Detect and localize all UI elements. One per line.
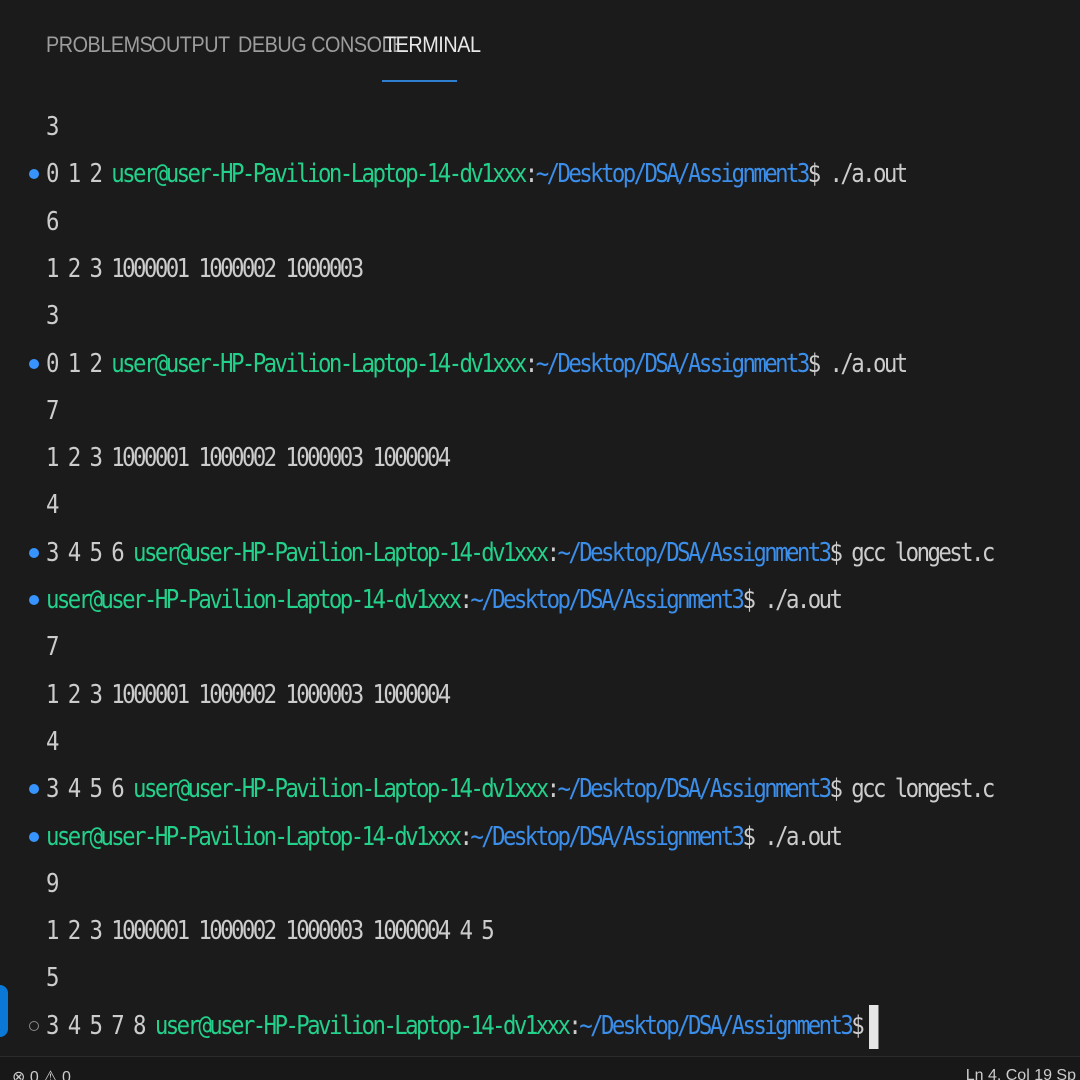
command-decoration-icon[interactable] (29, 595, 39, 605)
prompt-user: user@user-HP-Pavilion-Laptop-14-dv1xxx (111, 159, 527, 189)
sidebar-accent (0, 985, 8, 1037)
tab-problems[interactable]: PROBLEMS (46, 32, 153, 58)
terminal-output-line: 1 2 3 1000001 1000002 1000003 (46, 246, 364, 293)
prompt-path: ~/Desktop/DSA/Assignment3 (470, 585, 745, 615)
terminal-output-line: 9 (46, 861, 59, 908)
terminal-prompt-line: user@user-HP-Pavilion-Laptop-14-dv1xxx:~… (46, 814, 843, 861)
output-text: 5 (46, 963, 59, 993)
prompt-command: $ ./a.out (742, 585, 843, 615)
terminal-prompt-line: 3 4 5 6 user@user-HP-Pavilion-Laptop-14-… (46, 766, 996, 813)
terminal-output-line: 3 (46, 293, 59, 340)
output-text: 1 2 3 1000001 1000002 1000003 1000004 (46, 680, 451, 710)
command-decoration-icon[interactable] (29, 548, 39, 558)
output-text: 1 2 3 1000001 1000002 1000003 1000004 4 … (46, 916, 495, 946)
prompt-user: user@user-HP-Pavilion-Laptop-14-dv1xxx (46, 822, 462, 852)
prompt-separator: : (524, 349, 538, 379)
terminal-prompt-line: 0 1 2 user@user-HP-Pavilion-Laptop-14-dv… (46, 341, 909, 388)
prompt-separator: : (459, 585, 473, 615)
terminal-output-line: 5 (46, 955, 59, 1002)
prompt-user: user@user-HP-Pavilion-Laptop-14-dv1xxx (111, 349, 527, 379)
terminal-output-line: 4 (46, 482, 59, 529)
terminal-output-line: 1 2 3 1000001 1000002 1000003 1000004 4 … (46, 908, 495, 955)
terminal-output-line: 4 (46, 719, 59, 766)
terminal-prompt-line: 3 4 5 6 user@user-HP-Pavilion-Laptop-14-… (46, 530, 996, 577)
tab-output[interactable]: OUTPUT (151, 32, 230, 58)
output-text: 7 (46, 396, 59, 426)
prompt-separator: : (524, 159, 538, 189)
prompt-separator: : (568, 1011, 581, 1041)
prompt-command: $ ./a.out (742, 822, 843, 852)
output-text: 4 (46, 490, 59, 520)
active-tab-indicator (382, 80, 457, 82)
command-decoration-icon[interactable] (29, 832, 39, 842)
command-decoration-icon[interactable] (29, 1021, 39, 1031)
output-text: 1 2 3 1000001 1000002 1000003 (46, 254, 364, 284)
prompt-user: user@user-HP-Pavilion-Laptop-14-dv1xxx (133, 538, 549, 568)
prompt-separator: : (546, 538, 560, 568)
prompt-separator: : (459, 822, 473, 852)
output-text: 4 (46, 727, 59, 757)
prompt-prefix: 3 4 5 7 8 (46, 1011, 155, 1041)
prompt-user: user@user-HP-Pavilion-Laptop-14-dv1xxx (46, 585, 462, 615)
prompt-path: ~/Desktop/DSA/Assignment3 (579, 1011, 854, 1041)
terminal-prompt-line: 3 4 5 7 8 user@user-HP-Pavilion-Laptop-1… (46, 1003, 879, 1050)
tab-debug-console[interactable]: DEBUG CONSOLE (238, 32, 405, 58)
terminal-output-line: 6 (46, 199, 59, 246)
prompt-path: ~/Desktop/DSA/Assignment3 (535, 159, 811, 189)
prompt-command: $ gcc longest.c (829, 774, 996, 804)
terminal-output-line: 7 (46, 624, 59, 671)
output-text: 9 (46, 869, 59, 899)
output-text: 7 (46, 632, 59, 662)
terminal-cursor (869, 1004, 879, 1049)
prompt-command: $ (851, 1011, 864, 1041)
command-decoration-icon[interactable] (29, 169, 39, 179)
output-text: 3 (46, 301, 59, 331)
command-decoration-icon[interactable] (29, 784, 39, 794)
terminal-output-line: 7 (46, 388, 59, 435)
prompt-prefix: 0 1 2 (46, 349, 112, 379)
prompt-path: ~/Desktop/DSA/Assignment3 (557, 774, 832, 804)
prompt-separator: : (546, 774, 560, 804)
prompt-path: ~/Desktop/DSA/Assignment3 (557, 538, 832, 568)
prompt-user: user@user-HP-Pavilion-Laptop-14-dv1xxx (154, 1011, 571, 1041)
prompt-path: ~/Desktop/DSA/Assignment3 (535, 349, 811, 379)
terminal-prompt-line: user@user-HP-Pavilion-Laptop-14-dv1xxx:~… (46, 577, 843, 624)
output-text: 3 (46, 112, 59, 142)
prompt-prefix: 3 4 5 6 (46, 538, 134, 568)
prompt-path: ~/Desktop/DSA/Assignment3 (470, 822, 745, 852)
terminal-output-line: 3 (46, 104, 59, 151)
cursor-position[interactable]: Ln 4, Col 19 Sp (966, 1067, 1076, 1080)
prompt-prefix: 0 1 2 (46, 159, 112, 189)
problems-count[interactable]: ⊗ 0 ⚠ 0 (12, 1067, 71, 1080)
status-bar: ⊗ 0 ⚠ 0 Ln 4, Col 19 Sp (0, 1056, 1080, 1080)
output-text: 1 2 3 1000001 1000002 1000003 1000004 (46, 443, 451, 473)
tab-terminal[interactable]: TERMINAL (384, 32, 481, 58)
prompt-command: $ ./a.out (807, 349, 909, 379)
command-decoration-icon[interactable] (29, 359, 39, 369)
prompt-prefix: 3 4 5 6 (46, 774, 134, 804)
terminal-output-line: 1 2 3 1000001 1000002 1000003 1000004 (46, 435, 451, 482)
terminal-prompt-line: 0 1 2 user@user-HP-Pavilion-Laptop-14-dv… (46, 151, 909, 198)
output-text: 6 (46, 207, 59, 237)
terminal-output-line: 1 2 3 1000001 1000002 1000003 1000004 (46, 672, 451, 719)
terminal-panel: PROBLEMS OUTPUT DEBUG CONSOLE TERMINAL 3… (0, 0, 1080, 1056)
panel-tabs: PROBLEMS OUTPUT DEBUG CONSOLE TERMINAL (0, 0, 1080, 96)
prompt-user: user@user-HP-Pavilion-Laptop-14-dv1xxx (133, 774, 549, 804)
prompt-command: $ ./a.out (807, 159, 909, 189)
prompt-command: $ gcc longest.c (829, 538, 996, 568)
